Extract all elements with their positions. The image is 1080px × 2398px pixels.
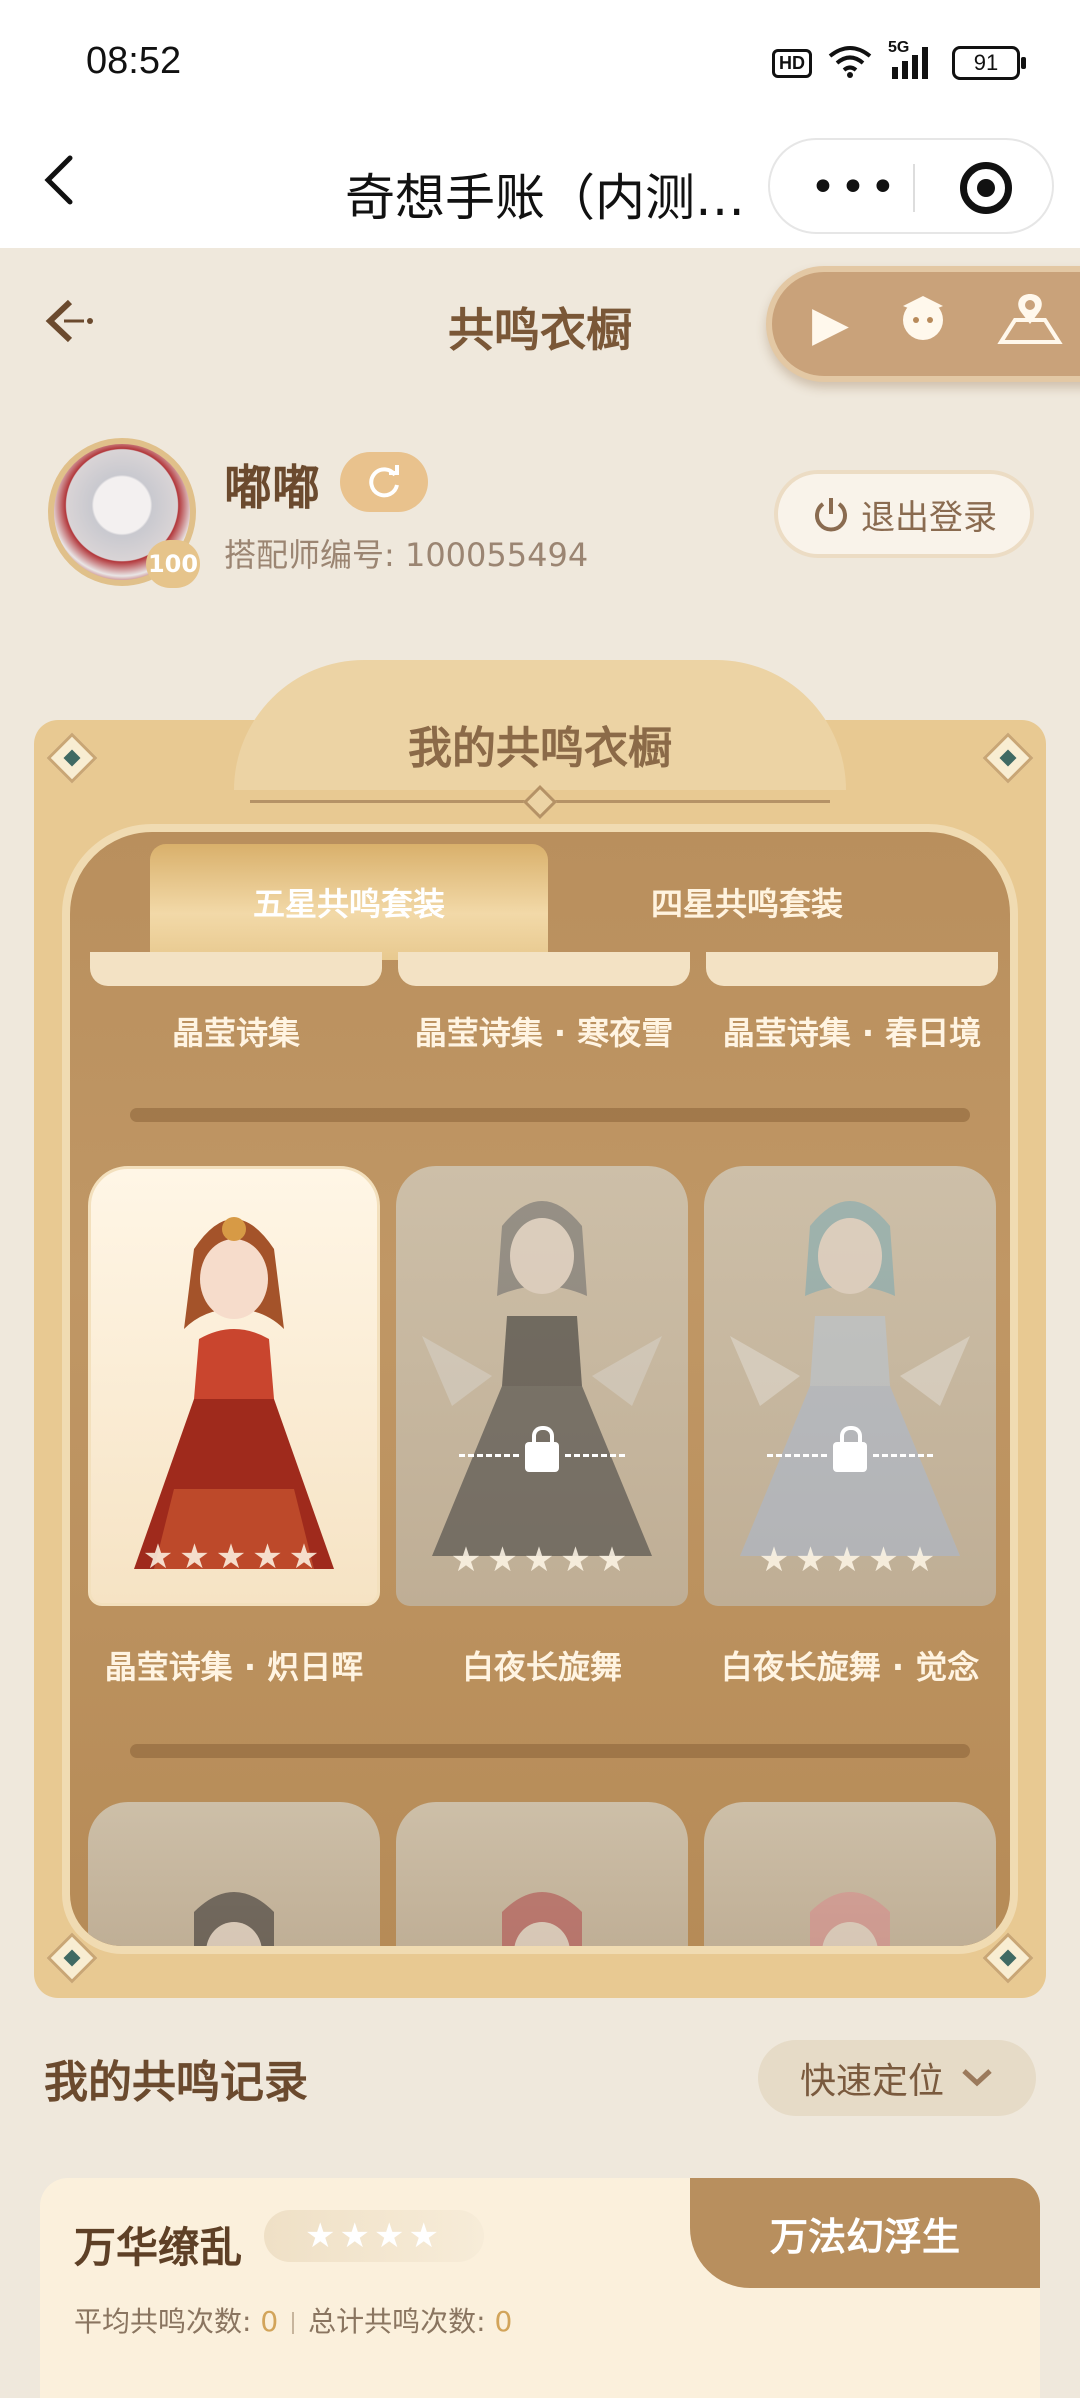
logout-label: 退出登录 [861,497,997,538]
tab-five-star[interactable]: 五星共鸣套装 [150,844,548,960]
wifi-icon [828,44,872,82]
stat-divider [292,2312,295,2334]
map-icon[interactable] [997,290,1063,358]
suit-label: 白夜长旋舞 · 觉念 [720,1648,980,1686]
record-pool-tab[interactable]: 万法幻浮生 [690,2178,1040,2288]
app-navbar: 奇想手账（内测… ••• [0,128,1080,248]
wardrobe-title: 我的共鸣衣橱 [408,723,672,774]
status-icons: HD 5G 91 [772,39,1026,82]
hd-icon: HD [772,48,812,78]
switch-account-button[interactable] [340,452,428,512]
signal-icon: 5G [888,39,936,81]
suit-label: 白夜长旋舞 [461,1648,622,1686]
close-miniprogram-button[interactable] [960,162,1012,214]
stylist-id: 搭配师编号: 100055494 [224,536,589,574]
records-title: 我的共鸣记录 [44,2057,308,2108]
power-icon [815,498,847,532]
star-rating: ★★★★★ [758,1540,942,1580]
quick-locate-label: 快速定位 [799,2061,944,2102]
app-title: 奇想手账（内测… [345,169,745,227]
battery-icon: 91 [952,46,1026,80]
tab-four-star[interactable]: 四星共鸣套装 [548,844,946,960]
suit-card-partial[interactable] [90,952,382,986]
suit-card-partial[interactable] [396,1802,688,1946]
character-figure [422,1201,662,1556]
status-bar: 08:52 HD 5G 91 [0,0,1080,128]
suit-card-partial[interactable] [706,952,998,986]
avg-count-value: 0 [260,2305,279,2338]
suit-card-partial[interactable] [88,1802,380,1946]
suit-card-partial[interactable] [398,952,690,986]
star-rating: ★★★★★ [142,1537,326,1577]
star-rating: ★★★★ [264,2210,484,2262]
quick-locate-button[interactable]: 快速定位 [758,2040,1036,2116]
character-figure [810,1892,890,1946]
shelf-divider [130,1744,970,1758]
character-figure [134,1217,334,1569]
play-icon[interactable]: ▶ [812,296,849,352]
logout-button[interactable]: 退出登录 [774,470,1034,558]
shelf-divider [130,1108,970,1122]
more-menu-button[interactable]: ••• [810,162,900,213]
suit-label: 晶莹诗集 [171,1014,300,1052]
suit-label: 晶莹诗集 · 炽日晖 [104,1648,364,1686]
nav-back-button[interactable] [38,150,78,225]
record-stats: 平均共鸣次数: 0 总计共鸣次数: 0 [74,2300,512,2340]
suit-tabs: 五星共鸣套装 四星共鸣套装 [150,844,946,960]
star-rating: ★★★★★ [450,1540,634,1580]
suit-label: 晶莹诗集 · 春日境 [722,1014,982,1052]
suit-card-chiri[interactable]: ★★★★★ [88,1166,380,1606]
capsule-divider [913,164,915,212]
status-time: 08:52 [86,40,182,82]
user-name: 嘟嘟 [224,460,321,516]
chevron-left-icon [44,155,73,205]
avg-count-label: 平均共鸣次数: [74,2305,261,2338]
suit-card-juenian[interactable]: ★★★★★ [704,1166,996,1606]
menu-capsule: ••• [768,138,1054,234]
lock-icon [760,1426,940,1480]
lock-icon [452,1426,632,1480]
character-figure [194,1892,274,1946]
level-badge: 100 [146,540,200,588]
mascot-icon[interactable] [893,288,953,360]
character-figure [502,1892,582,1946]
suit-card-baiye[interactable]: ★★★★★ [396,1166,688,1606]
total-count-label: 总计共鸣次数: [308,2305,495,2338]
total-count-value: 0 [494,2305,513,2338]
suit-label: 晶莹诗集 · 寒夜雪 [414,1014,674,1052]
chevron-down-icon [962,2069,992,2087]
character-figure [730,1201,970,1556]
record-suit-name: 万华缭乱 [74,2223,243,2272]
wardrobe-board: 五星共鸣套装 四星共鸣套装 晶莹诗集 晶莹诗集 · 寒夜雪 晶莹诗集 · 春日境… [62,824,1018,1954]
tool-pill: ▶ [766,266,1080,382]
suit-card-partial[interactable] [704,1802,996,1946]
refresh-icon [369,465,399,498]
